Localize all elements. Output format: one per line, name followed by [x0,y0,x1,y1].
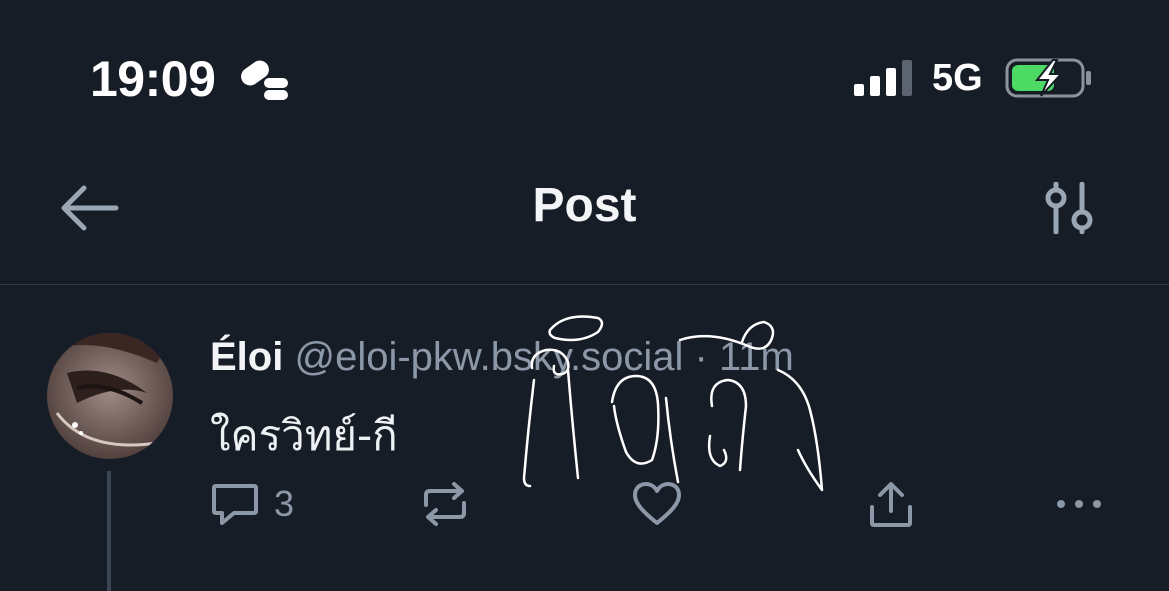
handwritten-scribble [522,315,824,492]
author-name[interactable]: Éloi [210,335,283,379]
network-type: 5G [932,57,983,99]
repost-button[interactable] [420,481,470,527]
sliders-icon[interactable] [1040,182,1100,234]
page-title: Post [532,179,637,232]
status-time: 19:09 [90,51,216,107]
post-header: Post [0,160,1169,285]
avatar[interactable] [47,333,173,459]
cellular-signal-icon [854,60,912,96]
status-bar: 19:09 5G [0,0,1169,150]
focus-mode-icon [241,60,288,100]
more-options-button[interactable] [1054,481,1104,527]
share-button[interactable] [866,481,916,529]
battery-charging-icon [1005,58,1091,98]
reply-icon [212,484,258,525]
post-text: ใครวิทย์-กี [210,411,398,460]
share-icon [870,482,912,527]
repost-icon [424,482,466,526]
reply-count: 3 [274,483,295,524]
reply-button[interactable]: 3 [210,481,294,527]
more-icon [1057,500,1101,508]
